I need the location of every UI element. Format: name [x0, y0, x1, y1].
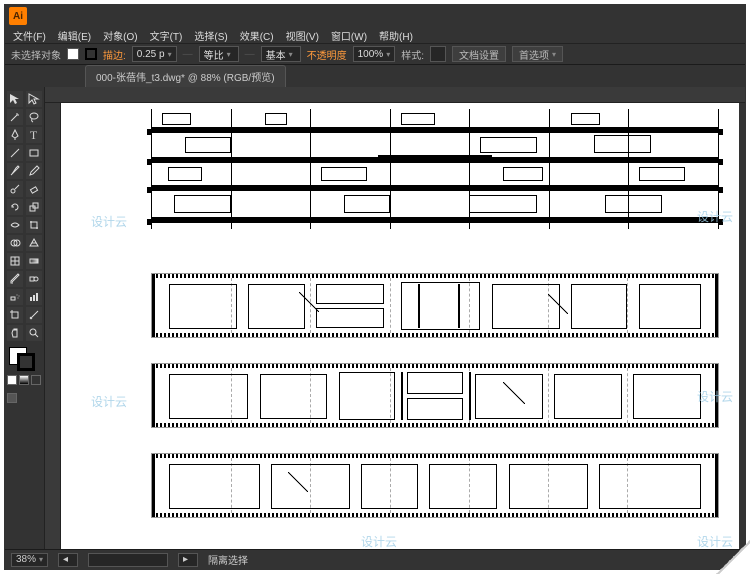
fill-swatch[interactable] — [67, 48, 79, 60]
symbol-sprayer-tool[interactable] — [7, 289, 23, 305]
watermark: 设计云 — [697, 208, 733, 225]
preferences-button[interactable]: 首选项 — [512, 46, 563, 62]
gradient-mode-icon[interactable] — [19, 375, 29, 385]
watermark: 设计云 — [697, 388, 733, 405]
eyedropper-tool[interactable] — [7, 271, 23, 287]
pencil-tool[interactable] — [26, 163, 42, 179]
ruler-vertical[interactable] — [45, 103, 61, 549]
menubar: 文件(F) 编辑(E) 对象(O) 文字(T) 选择(S) 效果(C) 视图(V… — [5, 27, 745, 43]
gradient-tool[interactable] — [26, 253, 42, 269]
opacity-input[interactable]: 100% — [353, 46, 396, 62]
selection-tool[interactable] — [7, 91, 23, 107]
menu-select[interactable]: 选择(S) — [194, 28, 227, 43]
zoom-level[interactable]: 38% — [11, 553, 48, 567]
lasso-tool[interactable] — [26, 109, 42, 125]
free-transform-tool[interactable] — [26, 217, 42, 233]
canvas[interactable]: 设计云 设计云 设计云 设计云 设计云 设计云 — [61, 103, 739, 549]
magic-wand-tool[interactable] — [7, 109, 23, 125]
menu-effect[interactable]: 效果(C) — [240, 28, 274, 43]
document-setup-button[interactable]: 文档设置 — [452, 46, 506, 62]
titlebar: Ai — [5, 5, 745, 27]
line-tool[interactable] — [7, 145, 23, 161]
hand-tool[interactable] — [7, 325, 23, 341]
graph-tool[interactable] — [26, 289, 42, 305]
scale-tool[interactable] — [26, 199, 42, 215]
menu-help[interactable]: 帮助(H) — [379, 28, 413, 43]
menu-view[interactable]: 视图(V) — [286, 28, 319, 43]
perspective-tool[interactable] — [26, 235, 42, 251]
none-mode-icon[interactable] — [31, 375, 41, 385]
stroke-swatch[interactable] — [85, 48, 97, 60]
zoom-tool[interactable] — [26, 325, 42, 341]
selection-status: 未选择对象 — [11, 47, 61, 62]
menu-object[interactable]: 对象(O) — [103, 28, 137, 43]
menu-edit[interactable]: 编辑(E) — [58, 28, 91, 43]
direct-selection-tool[interactable] — [26, 91, 42, 107]
drawing-plan-2 — [151, 363, 719, 428]
style-select[interactable] — [430, 46, 446, 62]
scrollbar-vertical[interactable] — [739, 103, 745, 549]
width-tool[interactable] — [7, 217, 23, 233]
rectangle-tool[interactable] — [26, 145, 42, 161]
watermark: 设计云 — [91, 213, 127, 230]
slice-tool[interactable] — [26, 307, 42, 323]
shape-builder-tool[interactable] — [7, 235, 23, 251]
stroke-weight-input[interactable]: 0.25 p — [132, 46, 177, 62]
artboard-tool[interactable] — [7, 307, 23, 323]
toolbox: T — [5, 87, 45, 549]
eraser-tool[interactable] — [26, 181, 42, 197]
drawing-section — [151, 109, 719, 229]
statusbar: 38% ◂ ▸ 隔离选择 — [5, 549, 745, 569]
stroke-color[interactable] — [17, 353, 35, 371]
style-label: 样式: — [401, 47, 424, 62]
document-tab[interactable]: 000-张蓓伟_t3.dwg* @ 88% (RGB/预览) — [85, 65, 286, 87]
artboard-select[interactable] — [88, 553, 168, 567]
color-swatches[interactable] — [7, 347, 42, 371]
document-tabs: 000-张蓓伟_t3.dwg* @ 88% (RGB/预览) — [5, 65, 745, 87]
blob-brush-tool[interactable] — [7, 181, 23, 197]
drawing-plan-1 — [151, 273, 719, 338]
watermark: 设计云 — [361, 533, 397, 549]
pen-tool[interactable] — [7, 127, 23, 143]
menu-file[interactable]: 文件(F) — [13, 28, 46, 43]
artboard-nav[interactable]: ▸ — [178, 553, 198, 567]
ruler-horizontal[interactable] — [45, 87, 745, 103]
mesh-tool[interactable] — [7, 253, 23, 269]
type-tool[interactable]: T — [26, 127, 42, 143]
rotate-tool[interactable] — [7, 199, 23, 215]
menu-window[interactable]: 窗口(W) — [331, 28, 367, 43]
isolation-label: 隔离选择 — [208, 552, 248, 567]
blend-tool[interactable] — [26, 271, 42, 287]
watermark: 设计云 — [91, 393, 127, 410]
profile-select[interactable]: 等比 — [199, 46, 239, 62]
control-bar: 未选择对象 描边: 0.25 p — 等比 — 基本 不透明度 100% 样式:… — [5, 43, 745, 65]
drawing-plan-3 — [151, 453, 719, 518]
opacity-label[interactable]: 不透明度 — [307, 47, 347, 62]
menu-type[interactable]: 文字(T) — [150, 28, 183, 43]
page-curl-decoration — [716, 540, 750, 574]
brush-select[interactable]: 基本 — [261, 46, 301, 62]
app-logo: Ai — [9, 7, 27, 25]
color-mode-icon[interactable] — [7, 375, 17, 385]
stroke-label[interactable]: 描边: — [103, 47, 126, 62]
screen-mode-icon[interactable] — [7, 393, 17, 403]
paintbrush-tool[interactable] — [7, 163, 23, 179]
artboard-nav[interactable]: ◂ — [58, 553, 78, 567]
